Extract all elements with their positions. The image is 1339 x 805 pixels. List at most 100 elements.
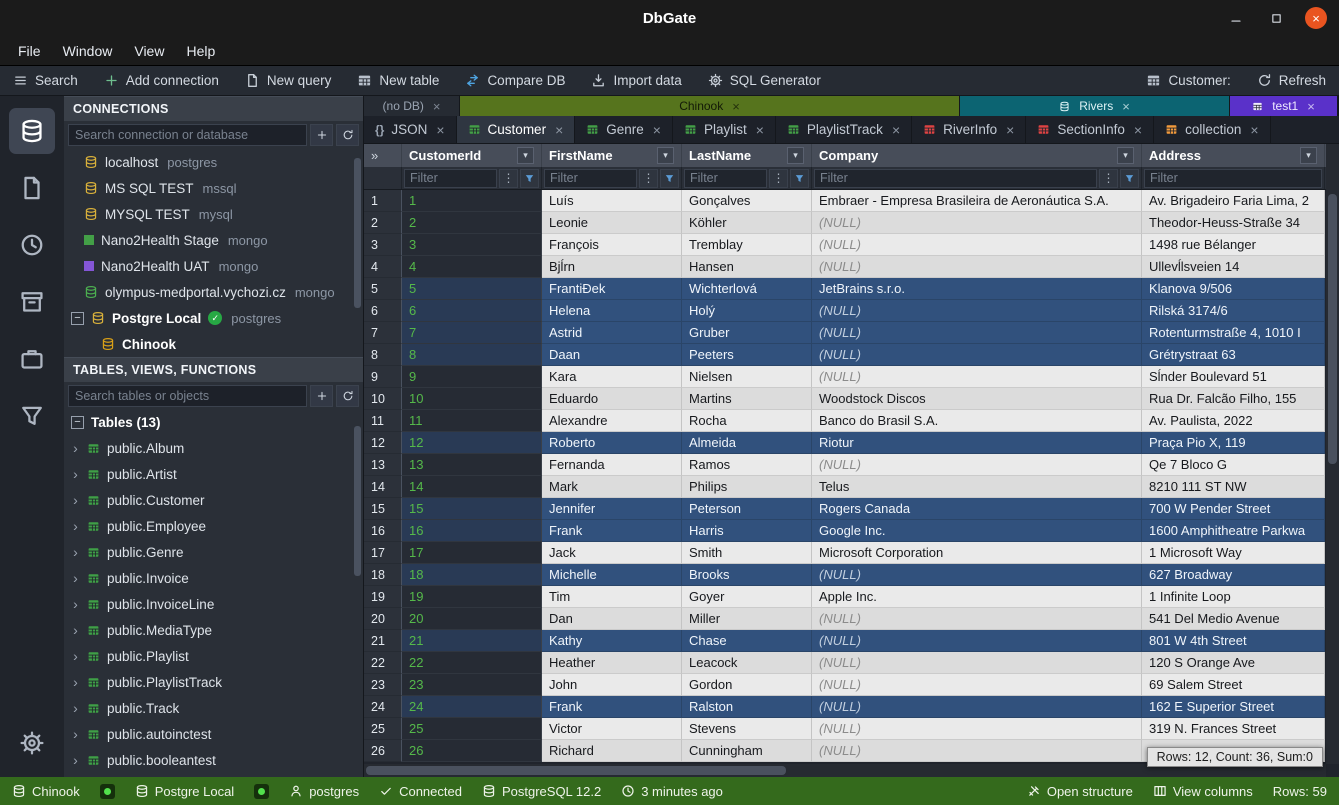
cell-customerid[interactable]: 6 (402, 300, 542, 322)
iconbar-item-files[interactable] (0, 159, 64, 216)
cell-address[interactable]: 1 Infinite Loop (1142, 586, 1325, 608)
menu-item-file[interactable]: File (8, 39, 51, 63)
database-tab-rivers[interactable]: Rivers× (960, 96, 1230, 116)
cell-company[interactable]: Apple Inc. (812, 586, 1142, 608)
close-icon[interactable]: × (1250, 122, 1258, 138)
table-item-public-booleantest[interactable]: ›public.booleantest (64, 747, 363, 773)
table-row[interactable]: 2222HeatherLeacock(NULL)120 S Orange Ave (364, 652, 1339, 674)
chevron-right-icon[interactable]: › (71, 596, 80, 612)
table-item-public-mediatype[interactable]: ›public.MediaType (64, 617, 363, 643)
chevron-right-icon[interactable]: › (71, 440, 80, 456)
tables-group[interactable]: − Tables (13) (64, 410, 363, 435)
table-row[interactable]: 1818MichelleBrooks(NULL)627 Broadway (364, 564, 1339, 586)
connection-item-nano2health-uat[interactable]: Nano2Health UATmongo (64, 253, 363, 279)
cell-company[interactable]: (NULL) (812, 630, 1142, 652)
column-header-address[interactable]: Address▾ (1142, 144, 1325, 167)
cell-firstname[interactable]: Kara (542, 366, 682, 388)
cell-firstname[interactable]: Leonie (542, 212, 682, 234)
chevron-right-icon[interactable]: › (71, 518, 80, 534)
toolbar-button-refresh[interactable]: Refresh (1244, 66, 1339, 95)
connection-item-localhost[interactable]: localhostpostgres (64, 149, 363, 175)
table-item-public-track[interactable]: ›public.Track (64, 695, 363, 721)
cell-customerid[interactable]: 20 (402, 608, 542, 630)
close-icon[interactable]: × (732, 99, 740, 114)
cell-lastname[interactable]: Philips (682, 476, 812, 498)
column-header-firstname[interactable]: FirstName▾ (542, 144, 682, 167)
column-header-customerid[interactable]: CustomerId▾ (402, 144, 542, 167)
row-number[interactable]: 18 (364, 564, 402, 586)
table-row[interactable]: 2121KathyChase(NULL)801 W 4th Street (364, 630, 1339, 652)
cell-company[interactable]: (NULL) (812, 322, 1142, 344)
filter-funnel-button[interactable] (790, 169, 809, 188)
toolbar-button-sql-generator[interactable]: SQL Generator (695, 66, 834, 95)
table-item-public-invoiceline[interactable]: ›public.InvoiceLine (64, 591, 363, 617)
cell-company[interactable]: (NULL) (812, 344, 1142, 366)
tab-genre[interactable]: Genre× (575, 116, 673, 143)
cell-customerid[interactable]: 8 (402, 344, 542, 366)
table-item-public-customer[interactable]: ›public.Customer (64, 487, 363, 513)
chevron-right-icon[interactable]: › (71, 648, 80, 664)
cell-lastname[interactable]: Gruber (682, 322, 812, 344)
table-row[interactable]: 1010EduardoMartinsWoodstock DiscosRua Dr… (364, 388, 1339, 410)
cell-customerid[interactable]: 13 (402, 454, 542, 476)
maximize-button[interactable] (1265, 7, 1287, 29)
cell-company[interactable]: (NULL) (812, 608, 1142, 630)
cell-firstname[interactable]: Eduardo (542, 388, 682, 410)
cell-address[interactable]: Klanova 9/506 (1142, 278, 1325, 300)
iconbar-item-connections[interactable] (0, 102, 64, 159)
cell-lastname[interactable]: Cunningham (682, 740, 812, 762)
table-row[interactable]: 1313FernandaRamos(NULL)Qe 7 Bloco G (364, 454, 1339, 476)
cell-lastname[interactable]: Holý (682, 300, 812, 322)
iconbar-item-history[interactable] (0, 216, 64, 273)
cell-firstname[interactable]: Heather (542, 652, 682, 674)
cell-company[interactable]: (NULL) (812, 674, 1142, 696)
table-row[interactable]: 66HelenaHolý(NULL)Rilská 3174/6 (364, 300, 1339, 322)
cell-firstname[interactable]: Luís (542, 190, 682, 212)
tab-sectioninfo[interactable]: SectionInfo× (1026, 116, 1154, 143)
cell-address[interactable]: 1498 rue Bélanger (1142, 234, 1325, 256)
row-number[interactable]: 24 (364, 696, 402, 718)
filter-menu-button[interactable]: ⋮ (639, 169, 658, 188)
cell-lastname[interactable]: Hansen (682, 256, 812, 278)
cell-address[interactable]: 69 Salem Street (1142, 674, 1325, 696)
chevron-right-icon[interactable]: › (71, 492, 80, 508)
tables-refresh-button[interactable] (336, 385, 359, 407)
tab-collection[interactable]: collection× (1154, 116, 1270, 143)
row-number[interactable]: 26 (364, 740, 402, 762)
cell-company[interactable]: JetBrains s.r.o. (812, 278, 1142, 300)
cell-lastname[interactable]: Harris (682, 520, 812, 542)
cell-customerid[interactable]: 17 (402, 542, 542, 564)
toolbar-button-new-table[interactable]: New table (344, 66, 452, 95)
cell-firstname[interactable]: Bjĺrn (542, 256, 682, 278)
row-number[interactable]: 13 (364, 454, 402, 476)
cell-customerid[interactable]: 15 (402, 498, 542, 520)
cell-customerid[interactable]: 25 (402, 718, 542, 740)
table-row[interactable]: 1515JenniferPetersonRogers Canada700 W P… (364, 498, 1339, 520)
cell-firstname[interactable]: Frank (542, 520, 682, 542)
cell-customerid[interactable]: 26 (402, 740, 542, 762)
iconbar-item-cell-data[interactable] (0, 387, 64, 444)
table-item-public-playlisttrack[interactable]: ›public.PlaylistTrack (64, 669, 363, 695)
cell-customerid[interactable]: 21 (402, 630, 542, 652)
cell-lastname[interactable]: Almeida (682, 432, 812, 454)
menu-item-view[interactable]: View (124, 39, 174, 63)
statusbar-item-open-structure[interactable]: Open structure (1027, 784, 1133, 799)
row-number[interactable]: 5 (364, 278, 402, 300)
chevron-right-icon[interactable]: › (71, 700, 80, 716)
table-row[interactable]: 11LuísGonçalvesEmbraer - Empresa Brasile… (364, 190, 1339, 212)
cell-firstname[interactable]: Fernanda (542, 454, 682, 476)
row-number[interactable]: 6 (364, 300, 402, 322)
chevron-right-icon[interactable]: › (71, 570, 80, 586)
cell-lastname[interactable]: Brooks (682, 564, 812, 586)
cell-address[interactable]: Rua Dr. Falcão Filho, 155 (1142, 388, 1325, 410)
table-row[interactable]: 88DaanPeeters(NULL)Grétrystraat 63 (364, 344, 1339, 366)
cell-lastname[interactable]: Nielsen (682, 366, 812, 388)
cell-lastname[interactable]: Tremblay (682, 234, 812, 256)
cell-company[interactable]: Banco do Brasil S.A. (812, 410, 1142, 432)
cell-company[interactable]: Google Inc. (812, 520, 1142, 542)
table-row[interactable]: 99KaraNielsen(NULL)Sĺnder Boulevard 51 (364, 366, 1339, 388)
cell-lastname[interactable]: Martins (682, 388, 812, 410)
statusbar-item-view-columns[interactable]: View columns (1153, 784, 1253, 799)
close-icon[interactable]: × (436, 122, 444, 138)
row-number[interactable]: 2 (364, 212, 402, 234)
